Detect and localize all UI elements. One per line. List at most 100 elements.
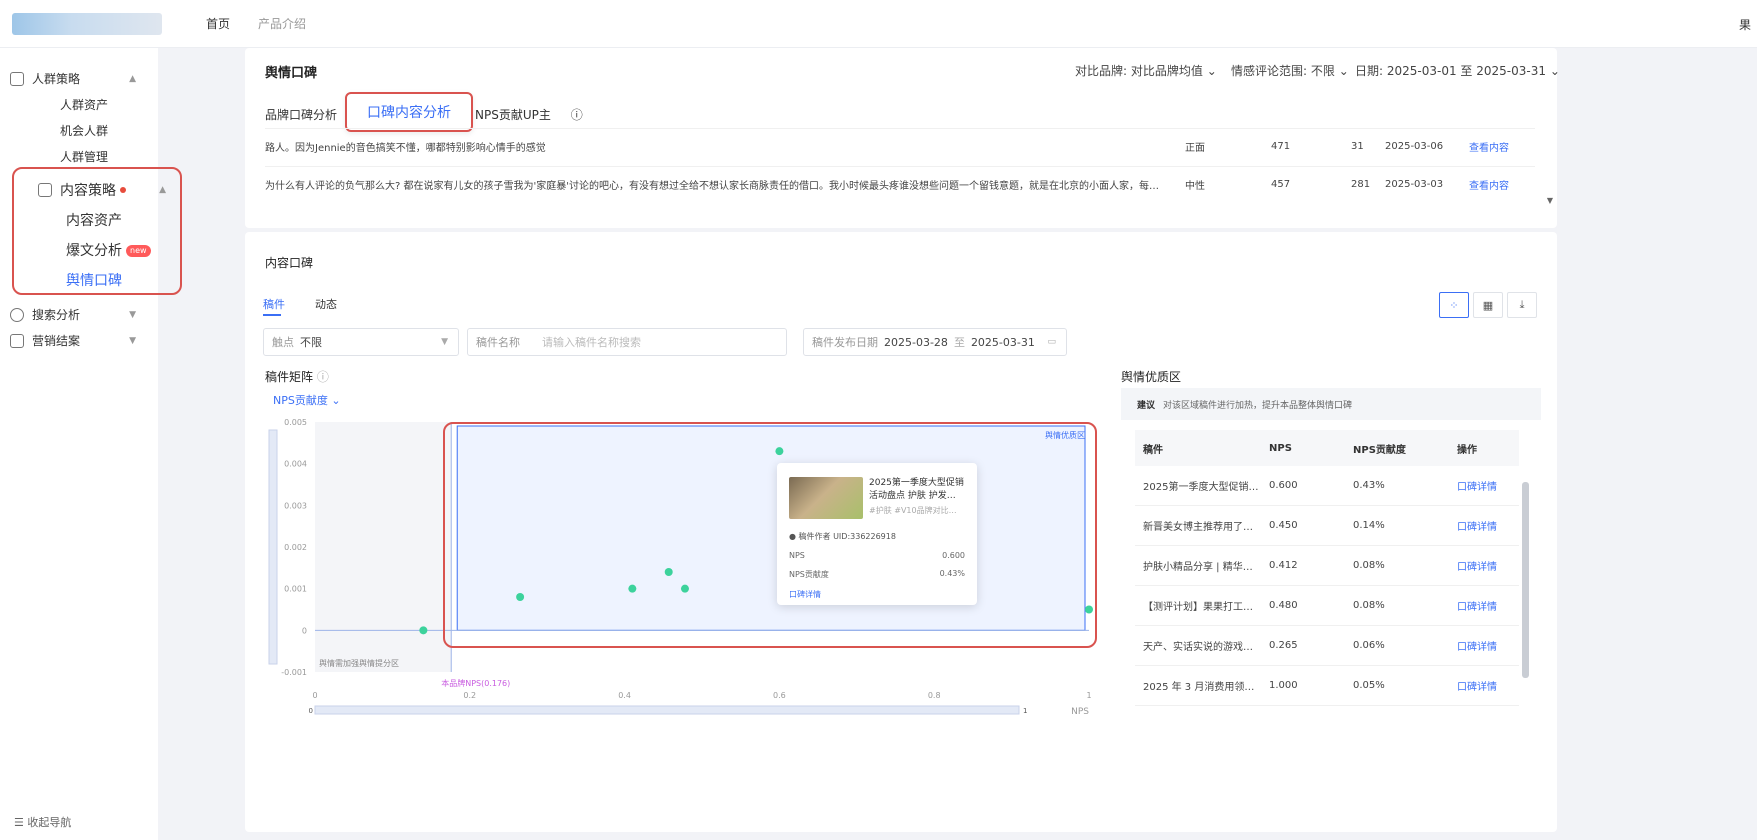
tab-nps-up[interactable]: NPS贡献UP主 ⓘ (475, 106, 599, 123)
zone-rows: 2025第一季度大型促销… 0.600 0.43% 口碑详情 新晋美女博主推荐用了… 0.… (1135, 466, 1519, 706)
col-article: 稿件 (1143, 444, 1163, 456)
metric-value: NPS贡献度 (273, 394, 328, 407)
row-contrib: 0.14% (1353, 520, 1385, 531)
y-tick-label: 0 (302, 626, 307, 635)
metric-select[interactable]: NPS贡献度 ⌄ (273, 392, 341, 408)
sidebar-group-marketing[interactable]: 营销结案 ▼ (0, 332, 158, 349)
sentiment-detail-link[interactable]: 口碑详情 (1447, 558, 1519, 573)
row-article-name: 2025第一季度大型促销… (1143, 482, 1259, 493)
col-nps[interactable]: NPS (1259, 443, 1343, 454)
table-row[interactable]: 为什么有人评论的负气那么大? 都在说家有儿女的孩子雪我为'家庭暴'讨论的吧心，有… (265, 166, 1535, 202)
sidebar-item-audience-manage[interactable]: 人群管理 (60, 148, 108, 165)
nav-product[interactable]: 产品介绍 (258, 15, 306, 32)
sentiment-detail-link[interactable]: 口碑详情 (1447, 638, 1519, 653)
header-card: 舆情口碑 对比品牌: 对比品牌均值 ⌄ 情感评论范围: 不限 ⌄ 日期: 202… (245, 48, 1560, 228)
table-scrollbar[interactable] (1520, 470, 1530, 700)
row-nps: 0.480 (1269, 600, 1298, 611)
table-row[interactable]: 路人。因为Jennie的音色搞笑不懂，哪都特别影响心情手的感觉 正面 471 3… (265, 128, 1535, 164)
top-nav: 首页 产品介绍 果 (0, 0, 1757, 48)
tab-brand-analysis[interactable]: 品牌口碑分析 (265, 106, 337, 123)
date-value: 2025-03-01 至 2025-03-31 (1386, 64, 1546, 78)
topic-value: 不限 (300, 336, 322, 349)
table-row[interactable]: 护肤小精品分享 | 精华… 0.412 0.08% 口碑详情 (1135, 546, 1519, 586)
sidebar-item-opportunity-audience[interactable]: 机会人群 (60, 122, 108, 139)
row-contrib: 0.43% (1353, 480, 1385, 491)
tab-dynamics[interactable]: 动态 (315, 296, 337, 312)
active-tab-indicator (263, 314, 281, 316)
notification-dot (120, 187, 126, 193)
table-row[interactable]: 新晋美女博主推荐用了… 0.450 0.14% 口碑详情 (1135, 506, 1519, 546)
search-icon (10, 307, 24, 322)
table-header: 稿件 NPS NPS贡献度 操作 (1135, 430, 1519, 466)
sentiment-detail-link[interactable]: 口碑详情 (1447, 518, 1519, 533)
table-row[interactable]: 天产、实话实说的游戏… 0.265 0.06% 口碑详情 (1135, 626, 1519, 666)
table-row[interactable]: 2025第一季度大型促销… 0.600 0.43% 口碑详情 (1135, 466, 1519, 506)
view-content-link[interactable]: 查看内容 (1469, 139, 1509, 154)
range-select[interactable]: 情感评论范围: 不限 ⌄ (1231, 62, 1349, 79)
tab-content-analysis[interactable]: 口碑内容分析 (345, 92, 473, 132)
scatter-point (419, 626, 428, 635)
sidebar-item-audience-assets[interactable]: 人群资产 (60, 96, 108, 113)
avg-nps-label: 本品牌NPS(0.176) (441, 678, 510, 688)
topic-select[interactable]: 触点 不限 ▼ (263, 328, 459, 356)
sidebar-group-search[interactable]: 搜索分析 ▼ (0, 306, 158, 323)
scrollbar-thumb[interactable] (1522, 482, 1529, 678)
view-content-link[interactable]: 查看内容 (1469, 177, 1509, 192)
row-contrib: 0.08% (1353, 560, 1385, 571)
sidebar-item-sentiment[interactable]: 舆情口碑 (66, 270, 122, 290)
chevron-down-icon: ⌄ (1338, 64, 1349, 78)
sidebar-item-label: 爆文分析 (66, 243, 122, 259)
sidebar-group-audience[interactable]: 人群策略 ▲ (0, 70, 158, 87)
zone-low-label: 舆情需加强舆情提分区 (319, 658, 399, 668)
post-sentiment: 正面 (1185, 143, 1205, 154)
sentiment-detail-link[interactable]: 口碑详情 (1447, 598, 1519, 613)
collapse-label: 收起导航 (27, 816, 72, 829)
report-icon (10, 333, 24, 348)
tab-articles[interactable]: 稿件 (263, 296, 285, 312)
suggestion-text: 对该区域稿件进行加热，提升本品整体舆情口碑 (1163, 400, 1353, 411)
table-row[interactable]: 【测评计划】果果打工… 0.480 0.08% 口碑详情 (1135, 586, 1519, 626)
compare-brand-select[interactable]: 对比品牌: 对比品牌均值 ⌄ (1075, 62, 1217, 79)
post-date: 2025-03-06 (1385, 141, 1444, 152)
range-label: 情感评论范围: (1231, 64, 1308, 78)
sidebar-group-label: 搜索分析 (32, 308, 81, 322)
logo[interactable] (12, 12, 162, 35)
download-icon[interactable]: ⤓ (1507, 292, 1537, 318)
sentiment-detail-link[interactable]: 口碑详情 (1447, 678, 1519, 693)
y-tick-label: 0.002 (284, 543, 307, 552)
highlight-box-quality-zone (443, 422, 1097, 648)
folder-icon (10, 71, 24, 86)
sidebar-group-label: 营销结案 (32, 334, 81, 348)
search-input[interactable]: 稿件名称 请输入稿件名称搜索 (467, 328, 787, 356)
date-separator: 至 (953, 336, 965, 349)
post-sentiment: 中性 (1185, 181, 1205, 192)
table-row[interactable]: 2025 年 3 月消费用领… 1.000 0.05% 口碑详情 (1135, 666, 1519, 706)
table-icon[interactable]: ▦ (1473, 292, 1503, 318)
collapse-nav-button[interactable]: ☰ 收起导航 (14, 814, 71, 830)
suggestion-label: 建议 (1137, 400, 1156, 411)
user-menu[interactable]: 果 (1739, 16, 1751, 33)
sidebar-group-content[interactable]: 内容策略 ▲ (0, 180, 166, 200)
row-contrib: 0.06% (1353, 640, 1385, 651)
date-range-picker[interactable]: 日期: 2025-03-01 至 2025-03-31 ⌄ (1355, 62, 1560, 79)
page-title: 舆情口碑 (265, 66, 318, 81)
new-badge: new (126, 245, 151, 257)
publish-date-picker[interactable]: 稿件发布日期 2025-03-28 至 2025-03-31 ▭ (803, 328, 1067, 356)
chevron-down-icon: ⌄ (1206, 64, 1217, 78)
sidebar-item-content-assets[interactable]: 内容资产 (66, 210, 122, 230)
chevron-down-icon: ⌄ (1549, 64, 1560, 78)
sidebar-item-viral-analysis[interactable]: 爆文分析 new (66, 240, 151, 260)
scatter-icon[interactable]: ⁘ (1439, 292, 1469, 318)
row-article-name: 【测评计划】果果打工… (1143, 602, 1253, 613)
chevron-down-icon: ⌄ (331, 394, 341, 407)
zone-table: 稿件 NPS NPS贡献度 操作 2025第一季度大型促销… 0.600 0.43%… (1135, 430, 1519, 706)
scroll-down-icon[interactable]: ▼ (1547, 196, 1553, 205)
x-tick-label: 0 (312, 691, 317, 700)
calendar-icon: ▭ (1047, 337, 1056, 347)
zone-low-left (315, 422, 452, 672)
nav-home[interactable]: 首页 (206, 15, 230, 32)
sentiment-detail-link[interactable]: 口碑详情 (1447, 478, 1519, 493)
date-end: 2025-03-31 (970, 335, 1035, 349)
col-contrib[interactable]: NPS贡献度 (1343, 441, 1447, 456)
post-date: 2025-03-03 (1385, 179, 1444, 190)
